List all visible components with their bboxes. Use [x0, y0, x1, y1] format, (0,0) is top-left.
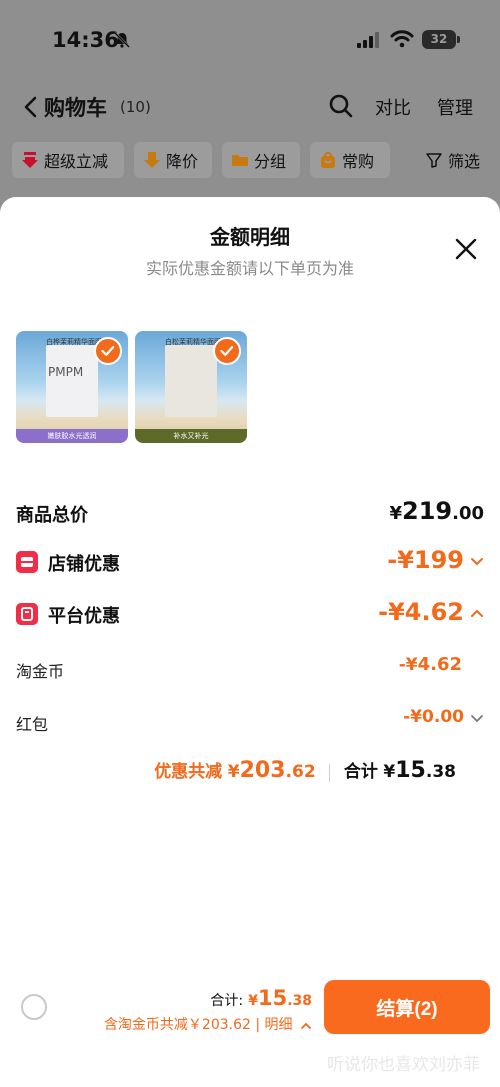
search-icon[interactable]: [328, 93, 354, 119]
total-discount-frac: .62: [285, 762, 316, 782]
subtotal-row: 商品总价 ¥219.00: [16, 497, 484, 531]
divider: [329, 763, 331, 782]
bottom-total: 合计: ¥15.38: [210, 986, 312, 1010]
checkmark-icon[interactable]: [94, 337, 122, 365]
filter-label: 筛选: [447, 152, 480, 171]
chevron-up-icon: [301, 1022, 311, 1029]
amount-detail-sheet: 金额明细 实际优惠金额请以下单页为准 PMPM 白桦茉莉精华面膜1片 嫩肤胶水光…: [0, 197, 500, 1087]
manage-button[interactable]: 管理: [437, 94, 473, 120]
compare-button[interactable]: 对比: [375, 94, 411, 120]
checkout-bar: 合计: ¥15.38 含淘金币共减￥203.62 | 明细 结算(2) 听说你也…: [0, 970, 500, 1087]
coins-row: 淘金币 -¥4.62: [16, 654, 484, 688]
bottom-total-currency: ¥: [248, 993, 258, 1009]
filter-row: 超级立减 降价 分组 常购 筛选: [0, 142, 500, 180]
shop-discount-row[interactable]: 店铺优惠 -¥199: [16, 546, 484, 580]
shop-icon: [16, 551, 38, 573]
product-pack-image: PMPM: [46, 345, 98, 417]
background-page: 14:36 32 购物车 (10) 对比 管理 超级立减 降价 分组 常购 筛选: [0, 0, 500, 210]
filter-chip-price-drop[interactable]: 降价: [134, 142, 212, 178]
summary-total-int: 15: [395, 758, 426, 783]
platform-icon: [16, 603, 38, 625]
status-bar: 14:36 32: [0, 24, 500, 58]
product-thumbnail[interactable]: 白松茉莉精华面膜1片 补水又补光: [135, 331, 247, 443]
arrow-down-icon: [22, 152, 38, 168]
close-icon[interactable]: [454, 237, 478, 261]
summary-line: 优惠共减 ¥203.62 合计 ¥15.38: [154, 757, 456, 783]
total-discount-label: 优惠共减: [154, 762, 223, 782]
select-all-checkbox[interactable]: [21, 994, 47, 1020]
platform-discount-value: -¥4.62: [378, 598, 484, 626]
watermark: 听说你也喜欢刘亦菲: [327, 1055, 480, 1075]
subtotal-frac: .00: [452, 503, 484, 524]
platform-discount-label: 平台优惠: [48, 606, 120, 627]
checkmark-icon[interactable]: [213, 337, 241, 365]
page-title: 购物车: [44, 96, 107, 120]
summary-total-currency: ¥: [383, 762, 396, 782]
back-arrow-icon[interactable]: [20, 94, 42, 120]
subtotal-label: 商品总价: [16, 505, 88, 526]
coins-amount: 4.62: [417, 654, 462, 675]
filter-chip-label: 超级立减: [44, 152, 109, 171]
discount-detail-text: 含淘金币共减￥203.62 | 明细: [103, 1017, 293, 1033]
summary-total-frac: .38: [425, 762, 456, 782]
shop-discount-amount: -¥199: [387, 546, 464, 574]
product-tag: 嫩肤胶水光透润: [16, 429, 128, 443]
nav-bar: 购物车 (10) 对比 管理: [0, 86, 500, 130]
filter-button[interactable]: 筛选: [426, 142, 480, 178]
coins-prefix: -¥: [398, 655, 418, 675]
coins-value: -¥4.62: [399, 654, 462, 675]
shop-discount-value: -¥199: [387, 546, 484, 574]
chevron-down-icon: [471, 714, 483, 722]
chevron-up-icon: [471, 609, 483, 617]
cart-count: (10): [120, 98, 151, 116]
bell-mute-icon: [114, 32, 130, 48]
filter-chip-group[interactable]: 分组: [222, 142, 300, 178]
platform-discount-amount: -¥4.62: [378, 598, 464, 626]
wifi-icon: [390, 30, 414, 48]
subtotal-value: ¥219.00: [389, 497, 484, 525]
product-thumbnail[interactable]: PMPM 白桦茉莉精华面膜1片 嫩肤胶水光透润: [16, 331, 128, 443]
subtotal-int: 219: [402, 497, 453, 525]
total-discount-int: 203: [239, 758, 286, 783]
red-packet-amount: 0.00: [422, 707, 464, 727]
discount-detail-link[interactable]: 含淘金币共减￥203.62 | 明细: [104, 1014, 312, 1034]
sheet-title: 金额明细: [210, 225, 290, 249]
subtotal-currency: ¥: [389, 503, 402, 524]
bottom-total-int: 15: [257, 986, 288, 1010]
total-discount-currency: ¥: [227, 762, 240, 782]
product-tag: 补水又补光: [135, 429, 247, 443]
filter-chip-frequent[interactable]: 常购: [310, 142, 390, 178]
bag-icon: [321, 152, 335, 168]
chevron-down-icon: [471, 558, 483, 566]
coins-label: 淘金币: [16, 662, 65, 681]
filter-chip-label: 降价: [166, 152, 199, 171]
product-brand: PMPM: [48, 365, 84, 379]
checkout-button[interactable]: 结算(2): [324, 980, 490, 1034]
bottom-total-label: 合计:: [210, 993, 244, 1009]
status-time: 14:36: [52, 28, 119, 52]
summary-total-label: 合计: [343, 762, 378, 782]
price-drop-icon: [144, 152, 160, 168]
red-packet-label: 红包: [16, 715, 49, 734]
red-packet-value: -¥0.00: [403, 707, 484, 727]
funnel-icon: [426, 153, 442, 168]
filter-chip-label: 常购: [342, 152, 375, 171]
shop-discount-label: 店铺优惠: [48, 554, 120, 575]
folder-icon: [232, 155, 248, 166]
red-packet-row[interactable]: 红包 -¥0.00: [16, 707, 484, 741]
product-pack-image: [165, 345, 217, 417]
filter-chip-label: 分组: [254, 152, 287, 171]
sheet-subtitle: 实际优惠金额请以下单页为准: [145, 259, 354, 278]
signal-icon: [357, 32, 379, 48]
battery-icon: 32: [422, 30, 460, 49]
red-packet-prefix: -¥: [403, 707, 423, 727]
filter-chip-super-discount[interactable]: 超级立减: [12, 142, 124, 178]
platform-discount-row[interactable]: 平台优惠 -¥4.62: [16, 598, 484, 632]
bottom-total-frac: .38: [287, 993, 312, 1009]
